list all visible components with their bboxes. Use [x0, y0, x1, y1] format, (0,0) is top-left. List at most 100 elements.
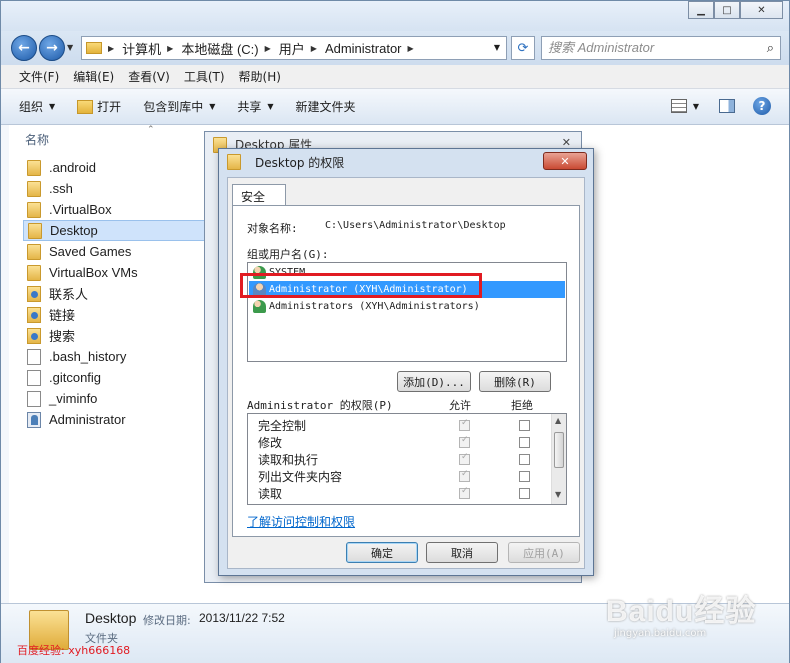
details-modified-label: 修改日期:	[143, 614, 191, 627]
permission-name: 列出文件夹内容	[258, 470, 343, 484]
minimize-icon: ▁	[697, 4, 705, 16]
deny-checkbox[interactable]	[519, 437, 530, 448]
minimize-button[interactable]: ▁	[688, 1, 714, 19]
file-icon	[27, 348, 41, 365]
folder-icon	[27, 201, 41, 218]
include-in-library-button[interactable]: 包含到库中 ▼	[143, 98, 215, 115]
apply-button[interactable]: 应用(A)	[508, 542, 580, 563]
allow-checkbox[interactable]	[459, 418, 470, 431]
maximize-button[interactable]: □	[714, 1, 740, 19]
permission-row: 读取	[258, 485, 548, 502]
address-dropdown-icon[interactable]: ▼	[494, 43, 500, 52]
list-item[interactable]: .VirtualBox	[23, 199, 213, 220]
list-item[interactable]: Administrator	[23, 409, 213, 430]
sort-caret-icon: ⌃	[147, 125, 155, 135]
organize-button[interactable]: 组织 ▼	[19, 98, 55, 115]
menu-view[interactable]: 查看(V)	[128, 68, 170, 85]
search-placeholder: 搜索 Administrator	[548, 40, 655, 55]
menu-help[interactable]: 帮助(H)	[239, 68, 281, 85]
allow-checkbox[interactable]	[459, 469, 470, 482]
list-item[interactable]: .bash_history	[23, 346, 213, 367]
chevron-right-icon[interactable]: ▶	[408, 44, 414, 53]
menu-tools[interactable]: 工具(T)	[184, 68, 225, 85]
tab-security[interactable]: 安全	[232, 184, 286, 206]
permissions-scrollbar[interactable]: ▲ ▼	[551, 414, 566, 504]
list-item[interactable]: .ssh	[23, 178, 213, 199]
file-name: Saved Games	[49, 244, 132, 259]
chevron-right-icon[interactable]: ▶	[167, 44, 173, 53]
list-item[interactable]: 联系人	[23, 283, 213, 304]
remove-button[interactable]: 删除(R)	[479, 371, 551, 392]
forward-button[interactable]: →	[39, 35, 65, 61]
folder-icon	[28, 222, 42, 239]
file-name: 搜索	[49, 329, 76, 344]
allow-header: 允许	[449, 399, 471, 412]
permission-name: 读取	[258, 487, 283, 501]
open-button[interactable]: 打开	[77, 98, 121, 115]
chevron-down-icon: ▼	[267, 102, 274, 111]
file-name: .gitconfig	[49, 370, 102, 385]
folder-icon	[227, 154, 241, 170]
breadcrumb-users[interactable]: 用户	[279, 39, 305, 58]
user-row[interactable]: Administrators (XYH\Administrators)	[249, 298, 565, 315]
list-item[interactable]: VirtualBox VMs	[23, 262, 213, 283]
breadcrumb-local-disk[interactable]: 本地磁盘 (C:)	[181, 39, 258, 58]
access-control-help-link[interactable]: 了解访问控制和权限	[247, 513, 355, 530]
cancel-button[interactable]: 取消	[426, 542, 498, 563]
preview-pane-icon[interactable]	[719, 99, 735, 113]
breadcrumb-computer[interactable]: 计算机	[122, 39, 161, 58]
column-header-name[interactable]: 名称	[25, 131, 49, 148]
title-bar: ▁ □ ✕	[1, 1, 789, 31]
back-button[interactable]: ←	[11, 35, 37, 61]
close-icon: ✕	[757, 4, 766, 16]
refresh-button[interactable]: ⟳	[511, 36, 535, 60]
dialog-close-button[interactable]: ✕	[543, 152, 587, 170]
share-label: 共享	[237, 100, 262, 114]
chevron-down-icon: ▼	[209, 102, 216, 111]
allow-checkbox[interactable]	[459, 452, 470, 465]
scroll-up-icon[interactable]: ▲	[555, 416, 561, 425]
list-item[interactable]: 链接	[23, 304, 213, 325]
deny-checkbox[interactable]	[519, 488, 530, 499]
deny-checkbox[interactable]	[519, 420, 530, 431]
search-icon[interactable]: ⌕	[767, 37, 774, 59]
menu-file[interactable]: 文件(F)	[19, 68, 59, 85]
details-name: Desktop	[85, 610, 137, 626]
new-folder-button[interactable]: 新建文件夹	[296, 98, 356, 115]
file-name: 链接	[49, 308, 76, 323]
list-item[interactable]: .android	[23, 157, 213, 178]
list-item[interactable]: Saved Games	[23, 241, 213, 262]
deny-checkbox[interactable]	[519, 454, 530, 465]
list-item[interactable]: _viminfo	[23, 388, 213, 409]
allow-checkbox[interactable]	[459, 435, 470, 448]
deny-checkbox[interactable]	[519, 471, 530, 482]
scroll-down-icon[interactable]: ▼	[555, 490, 561, 499]
ok-button[interactable]: 确定	[346, 542, 418, 563]
help-icon[interactable]: ?	[753, 97, 771, 115]
recent-pages-dropdown-icon[interactable]: ▼	[67, 43, 73, 52]
list-item[interactable]: .gitconfig	[23, 367, 213, 388]
view-options-icon[interactable]	[670, 99, 687, 113]
scroll-thumb[interactable]	[554, 432, 564, 468]
close-button[interactable]: ✕	[740, 1, 783, 19]
share-button[interactable]: 共享 ▼	[237, 98, 273, 115]
chevron-right-icon[interactable]: ▶	[108, 44, 114, 53]
permissions-header: Administrator 的权限(P)	[247, 399, 393, 412]
shortcut-icon	[27, 411, 41, 428]
add-button[interactable]: 添加(D)...	[397, 371, 471, 392]
menu-edit[interactable]: 编辑(E)	[73, 68, 114, 85]
search-input[interactable]: 搜索 Administrator ⌕	[541, 36, 781, 60]
breadcrumb-administrator[interactable]: Administrator	[325, 41, 402, 56]
list-item[interactable]: 搜索	[23, 325, 213, 346]
forward-arrow-icon: →	[46, 40, 58, 56]
chevron-right-icon[interactable]: ▶	[311, 44, 317, 53]
open-folder-icon	[77, 99, 94, 114]
address-bar[interactable]: ▶ 计算机 ▶ 本地磁盘 (C:) ▶ 用户 ▶ Administrator ▶…	[81, 36, 507, 60]
permission-name: 修改	[258, 436, 283, 450]
file-name: .android	[49, 160, 96, 175]
list-item-selected[interactable]: Desktop	[23, 220, 213, 241]
chevron-right-icon[interactable]: ▶	[265, 44, 271, 53]
chevron-down-icon[interactable]: ▼	[693, 102, 699, 111]
allow-checkbox[interactable]	[459, 486, 470, 499]
links-folder-icon	[27, 306, 41, 323]
